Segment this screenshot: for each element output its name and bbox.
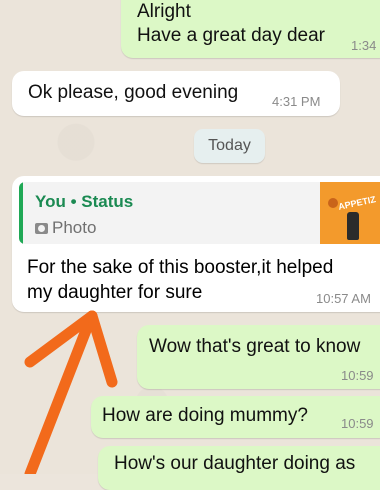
date-divider: Today (194, 129, 265, 163)
message-text: Wow that's great to know (149, 336, 361, 357)
outgoing-message[interactable]: How's our daughter doing as (98, 446, 380, 490)
message-time: 10:57 AM (316, 291, 371, 306)
status-thumbnail[interactable]: APPETIZ (320, 182, 380, 244)
message-text: How are doing mummy? (102, 405, 308, 426)
message-time: 4:31 PM (272, 94, 321, 109)
message-text-line: my daughter for sure (27, 282, 203, 303)
quote-title: You • Status (35, 192, 134, 211)
outgoing-message[interactable]: Alright Have a great day dear 1:34 (121, 0, 380, 58)
message-text-line: For the sake of this booster,it helped (27, 257, 334, 278)
outgoing-message[interactable]: How are doing mummy? 10:59 (91, 396, 380, 438)
camera-icon (35, 223, 48, 234)
message-time: 10:59 (341, 416, 374, 431)
message-text: Ok please, good evening (28, 82, 239, 103)
thumbnail-bottle (347, 212, 359, 240)
outgoing-message[interactable]: Wow that's great to know 10:59 (137, 325, 380, 389)
message-text-line: Alright (137, 1, 191, 22)
thumbnail-logo (328, 198, 338, 208)
quote-subtitle: Photo (35, 218, 96, 238)
message-text: How's our daughter doing as (114, 453, 356, 474)
message-time: 1:34 (351, 38, 377, 53)
quote-media-label: Photo (52, 218, 97, 237)
message-time: 10:59 (341, 368, 374, 383)
message-text-line: Have a great day dear (137, 25, 326, 46)
quote-accent-bar (19, 182, 23, 244)
thumbnail-text: APPETIZ (337, 194, 377, 212)
incoming-message[interactable]: Ok please, good evening 4:31 PM (12, 71, 340, 116)
